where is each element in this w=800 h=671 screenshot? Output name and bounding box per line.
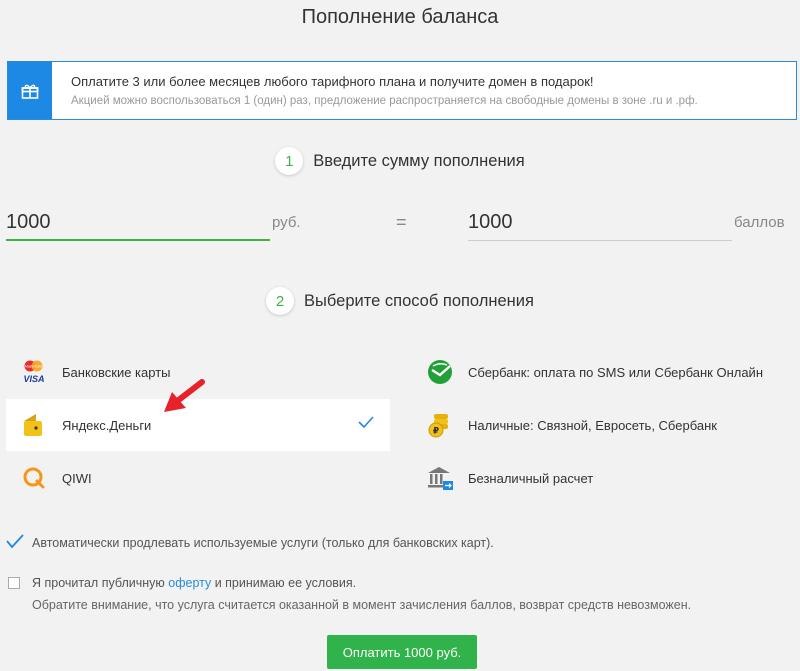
promo-banner: Оплатите 3 или более месяцев любого тари… <box>7 61 797 120</box>
points-input[interactable]: 1000 <box>468 203 732 241</box>
page-title: Пополнение баланса <box>301 6 499 28</box>
step-1-header: 1 Введите сумму пополнения <box>0 147 800 175</box>
sberbank-icon <box>426 358 454 386</box>
points-unit: баллов <box>734 214 785 231</box>
yandex-money-icon <box>20 411 48 439</box>
promo-subtitle: Акцией можно воспользоваться 1 (один) ра… <box>71 95 698 107</box>
auto-renew-label: Автоматически продлевать используемые ус… <box>32 535 494 550</box>
checkmark-icon[interactable] <box>6 533 24 552</box>
offer-link[interactable]: оферту <box>168 576 211 590</box>
method-label: Наличные: Связной, Евросеть, Сбербанк <box>468 417 717 433</box>
terms-option[interactable]: Я прочитал публичную оферту и принимаю е… <box>8 576 356 590</box>
promo-title: Оплатите 3 или более месяцев любого тари… <box>71 74 594 89</box>
auto-renew-option[interactable]: Автоматически продлевать используемые ус… <box>6 533 494 552</box>
currency-unit: руб. <box>272 214 301 231</box>
terms-note: Обратите внимание, что услуга считается … <box>32 598 692 612</box>
step-number: 1 <box>275 147 304 175</box>
method-label: Безналичный расчет <box>468 470 594 486</box>
method-label: Банковские карты <box>62 364 171 380</box>
amount-input[interactable]: 1000 <box>6 203 270 241</box>
gift-icon <box>8 62 52 119</box>
pay-button[interactable]: Оплатить 1000 руб. <box>327 635 477 669</box>
method-sberbank[interactable]: Сбербанк: оплата по SMS или Сбербанк Онл… <box>414 346 798 398</box>
terms-checkbox[interactable] <box>8 577 20 589</box>
cash-coins-icon: ₽ <box>426 411 454 439</box>
svg-text:₽: ₽ <box>433 427 439 437</box>
method-label: Яндекс.Деньги <box>62 417 152 433</box>
method-cash[interactable]: ₽ Наличные: Связной, Евросеть, Сбербанк <box>414 399 798 451</box>
svg-text:VISA: VISA <box>23 374 44 384</box>
method-qiwi[interactable]: QIWI <box>6 452 390 504</box>
step-label: Введите сумму пополнения <box>313 151 525 170</box>
qiwi-icon <box>20 464 48 492</box>
mastercard-visa-icon: MasterCard VISA <box>20 358 48 386</box>
step-label: Выберите способ пополнения <box>304 291 534 310</box>
step-2-header: 2 Выберите способ пополнения <box>0 287 800 315</box>
method-label: Сбербанк: оплата по SMS или Сбербанк Онл… <box>468 364 764 380</box>
equals-sign: = <box>396 212 407 232</box>
bank-building-icon <box>426 464 454 492</box>
svg-text:MasterCard: MasterCard <box>25 365 42 369</box>
checkmark-icon <box>358 415 374 432</box>
red-arrow-icon <box>160 378 206 421</box>
method-label: QIWI <box>62 470 92 486</box>
step-number: 2 <box>266 287 295 315</box>
method-bank-transfer[interactable]: Безналичный расчет <box>414 452 798 504</box>
terms-label: Я прочитал публичную оферту и принимаю е… <box>32 576 357 590</box>
